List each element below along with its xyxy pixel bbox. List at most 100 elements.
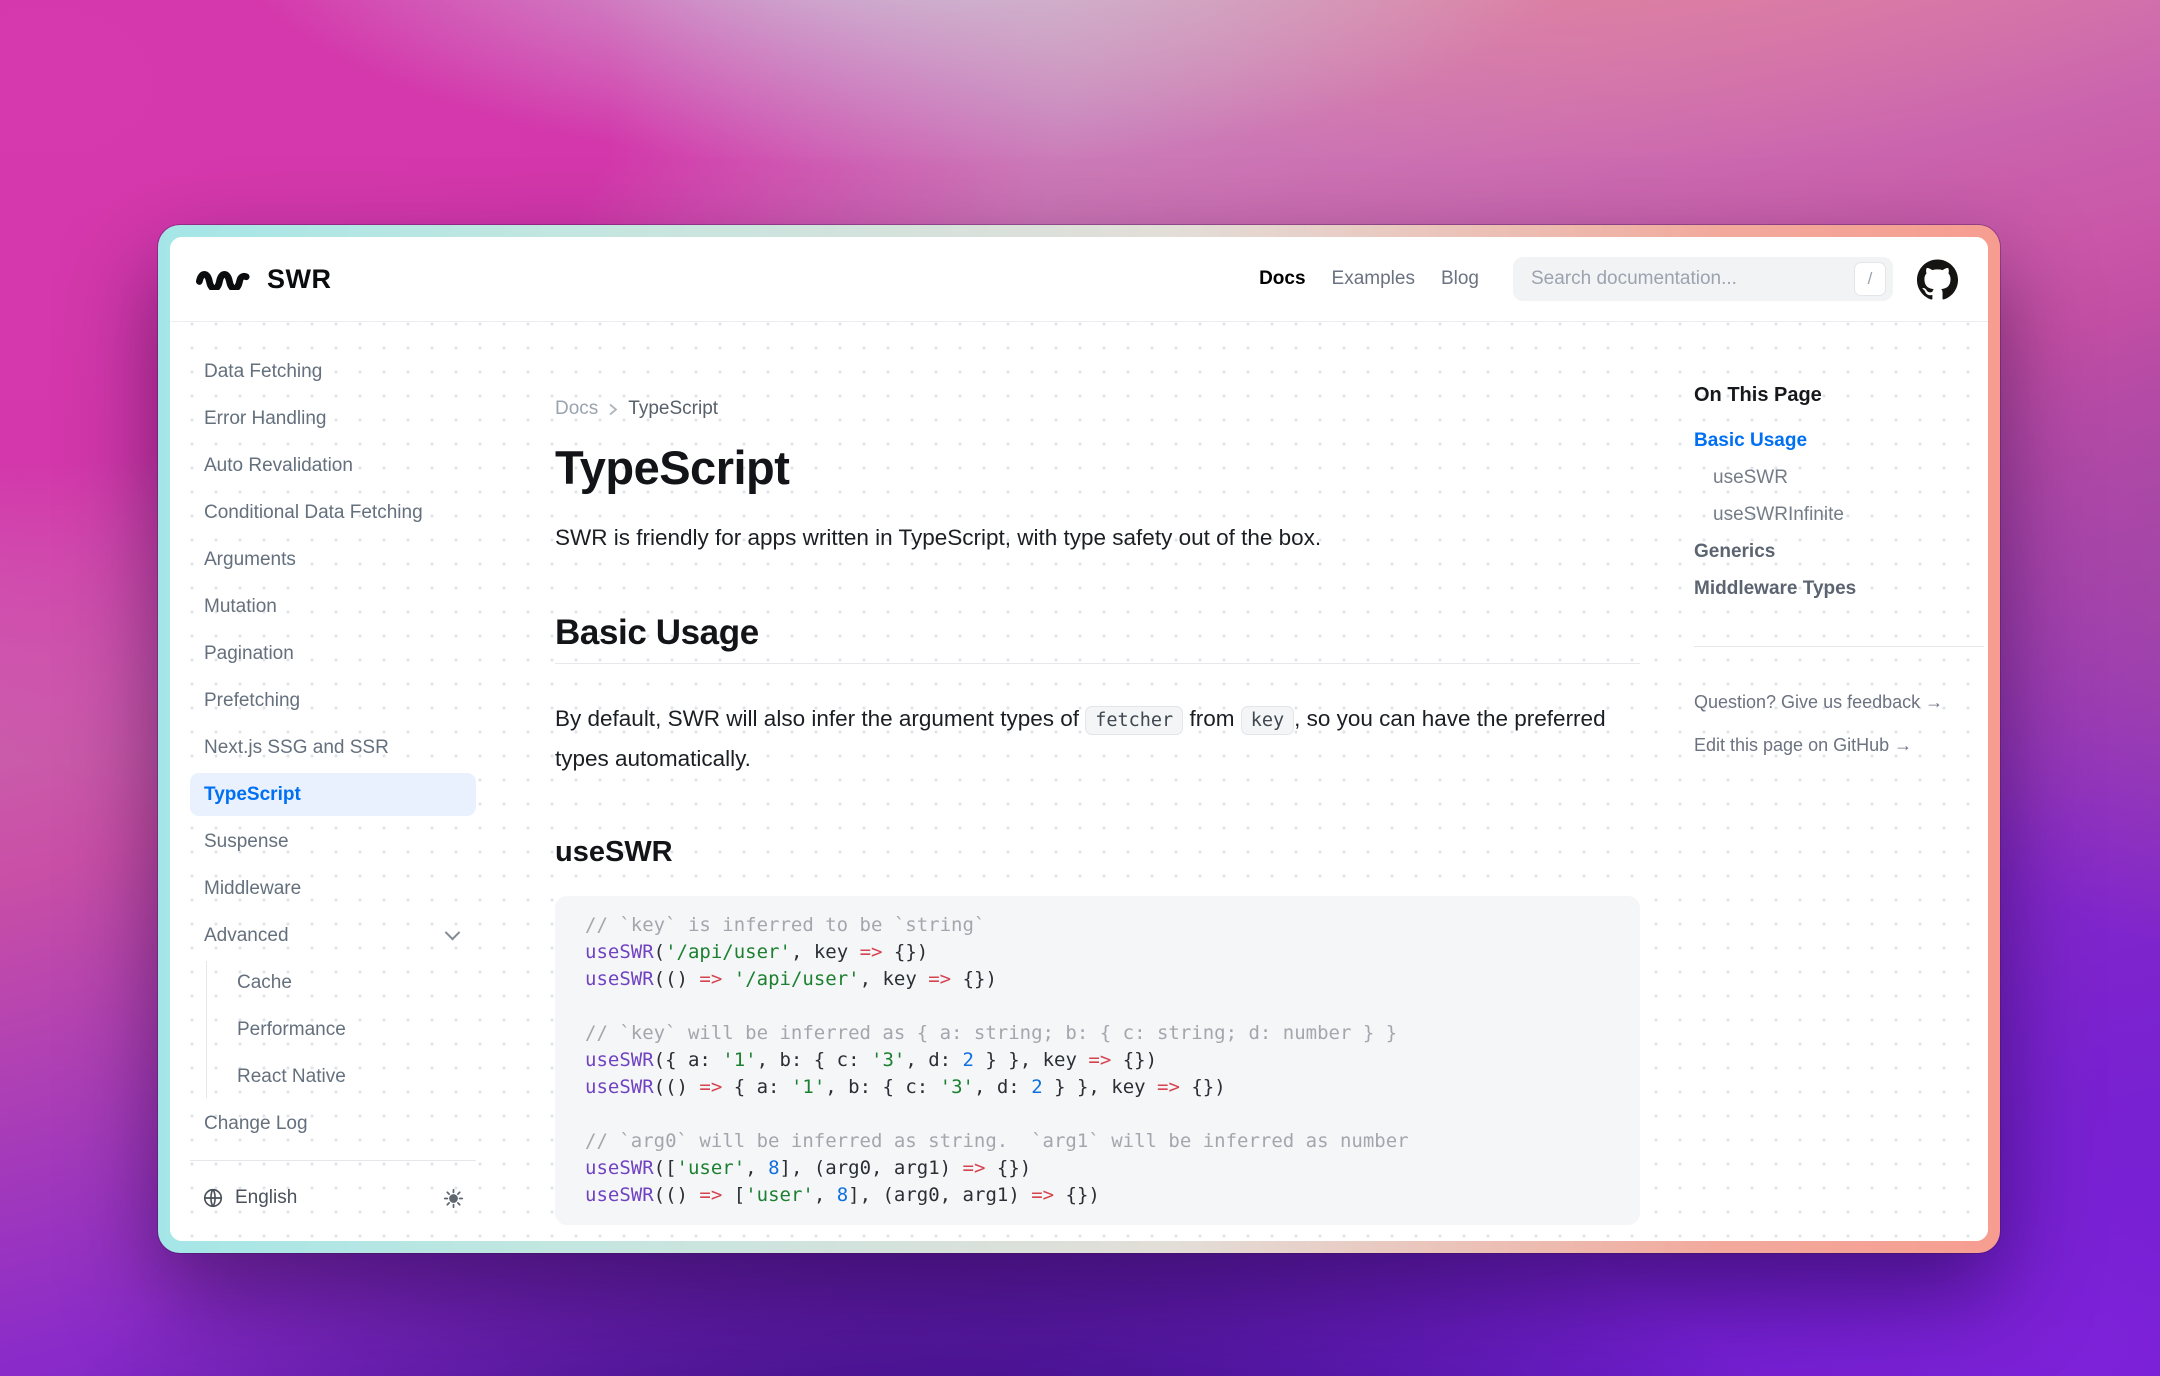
toc-link-middleware-types[interactable]: Middleware Types [1694,577,1984,600]
breadcrumb-current: TypeScript [628,398,718,420]
sidebar-item-label: Change Log [204,1112,308,1135]
text-run: By default, SWR will also infer the argu… [555,706,1085,731]
theme-toggle[interactable] [443,1188,464,1209]
sidebar-item-pagination[interactable]: Pagination [190,632,476,675]
sidebar-item-label: Suspense [204,830,289,853]
question-give-us-feedback[interactable]: Question? Give us feedback → [1694,691,1984,713]
nav-blog[interactable]: Blog [1441,268,1479,290]
code-token: '3' [940,1076,974,1098]
sidebar-item-react-native[interactable]: React Native [207,1055,476,1098]
code-token: useSWR [585,1157,654,1179]
code-line: useSWR(() => ['user', 8], (arg0, arg1) =… [585,1182,1610,1209]
code-token: '3' [871,1049,905,1071]
sidebar-item-advanced[interactable]: Advanced [190,914,476,957]
code-token: , b: { c: [825,1076,939,1098]
code-token: {}) [882,941,928,963]
code-line [585,993,1610,1020]
sidebar-item-suspense[interactable]: Suspense [190,820,476,863]
code-token: useSWR [585,1076,654,1098]
code-token: 2 [963,1049,974,1071]
sidebar-item-change-log[interactable]: Change Log [190,1102,476,1145]
sidebar-item-performance[interactable]: Performance [207,1008,476,1051]
code-token: // `key` will be inferred as { a: string… [585,1022,1397,1044]
sidebar-item-label: Auto Revalidation [204,454,353,477]
code-token: => [963,1157,986,1179]
toc-link-useswr[interactable]: useSWR [1694,466,1984,489]
sidebar-item-cache[interactable]: Cache [207,961,476,1004]
main-content: Docs TypeScript TypeScript SWR is friend… [555,322,1640,1241]
code-token: , key [860,968,929,990]
code-token: => [1031,1184,1054,1206]
sidebar-item-label: Mutation [204,595,277,618]
site-header: SWR Docs Examples Blog Search documentatio… [170,237,1988,322]
code-token: 'user' [745,1184,814,1206]
code-token: => [860,941,883,963]
sidebar-item-arguments[interactable]: Arguments [190,538,476,581]
inline-code: fetcher [1085,706,1183,735]
language-label: English [235,1187,297,1209]
sidebar-item-label: Arguments [204,548,296,571]
sidebar-item-label: Error Handling [204,407,327,430]
sidebar-item-error-handling[interactable]: Error Handling [190,397,476,440]
code-token: , [814,1184,837,1206]
code-token: ], (arg0, arg1) [780,1157,963,1179]
sidebar-item-data-fetching[interactable]: Data Fetching [190,350,476,393]
code-token: {}) [951,968,997,990]
code-token: => [928,968,951,990]
code-line: useSWR(() => { a: '1', b: { c: '3', d: 2… [585,1074,1610,1101]
toc-link-generics[interactable]: Generics [1694,540,1984,563]
sidebar-footer: English [190,1160,476,1215]
code-token: ([ [654,1157,677,1179]
code-line: useSWR('/api/user', key => {}) [585,939,1610,966]
code-token: 'user' [677,1157,746,1179]
code-line [585,1101,1610,1128]
sidebar-item-middleware[interactable]: Middleware [190,867,476,910]
search-input[interactable]: Search documentation... / [1513,257,1893,301]
code-block: // `key` is inferred to be `string` useSW… [555,896,1640,1225]
toc-link-useswrinfinite[interactable]: useSWRInfinite [1694,503,1984,526]
toc-link-basic-usage[interactable]: Basic Usage [1694,429,1984,452]
code-line: useSWR({ a: '1', b: { c: '3', d: 2 } }, … [585,1047,1610,1074]
sidebar-item-label: Middleware [204,877,301,900]
code-token: // `key` is inferred to be `string` [585,914,985,936]
code-line: useSWR(['user', 8], (arg0, arg1) => {}) [585,1155,1610,1182]
breadcrumb-docs[interactable]: Docs [555,398,598,420]
sidebar-item-conditional-data-fetching[interactable]: Conditional Data Fetching [190,491,476,534]
code-token: , [745,1157,768,1179]
toc-heading: On This Page [1694,384,1984,407]
github-icon [1917,259,1958,300]
code-token: , d: [974,1076,1031,1098]
code-token: [ [722,1184,745,1206]
code-token: {}) [1180,1076,1226,1098]
code-token: {}) [1054,1184,1100,1206]
language-selector[interactable]: English [202,1187,297,1209]
sidebar-item-prefetching[interactable]: Prefetching [190,679,476,722]
search-placeholder: Search documentation... [1531,268,1854,290]
code-token: => [699,1184,722,1206]
code-token: , d: [905,1049,962,1071]
sidebar-item-label: TypeScript [204,783,301,806]
sidebar-item-next-js-ssg-and-ssr[interactable]: Next.js SSG and SSR [190,726,476,769]
code-token: '/api/user' [734,968,860,990]
sidebar-item-label: Next.js SSG and SSR [204,736,389,759]
top-nav: Docs Examples Blog [1259,268,1505,290]
brand[interactable]: SWR [196,264,332,295]
code-token: => [699,968,722,990]
code-token: (() [654,1184,700,1206]
nav-docs[interactable]: Docs [1259,268,1305,290]
page-title: TypeScript [555,440,1640,495]
inline-code: key [1241,706,1294,735]
code-token: => [1088,1049,1111,1071]
sidebar-item-auto-revalidation[interactable]: Auto Revalidation [190,444,476,487]
edit-this-page-on-github[interactable]: Edit this page on GitHub → [1694,734,1984,756]
code-token: (() [654,968,700,990]
sidebar-item-label: Prefetching [204,689,300,712]
code-line: useSWR(() => '/api/user', key => {}) [585,966,1610,993]
github-link[interactable] [1917,259,1958,300]
basic-usage-paragraph: By default, SWR will also infer the argu… [555,700,1640,778]
sidebar-item-typescript[interactable]: TypeScript [190,773,476,816]
browser-window-frame: SWR Docs Examples Blog Search documentatio… [158,225,2000,1253]
code-token: { a: [722,1076,791,1098]
sidebar-item-mutation[interactable]: Mutation [190,585,476,628]
nav-examples[interactable]: Examples [1332,268,1415,290]
